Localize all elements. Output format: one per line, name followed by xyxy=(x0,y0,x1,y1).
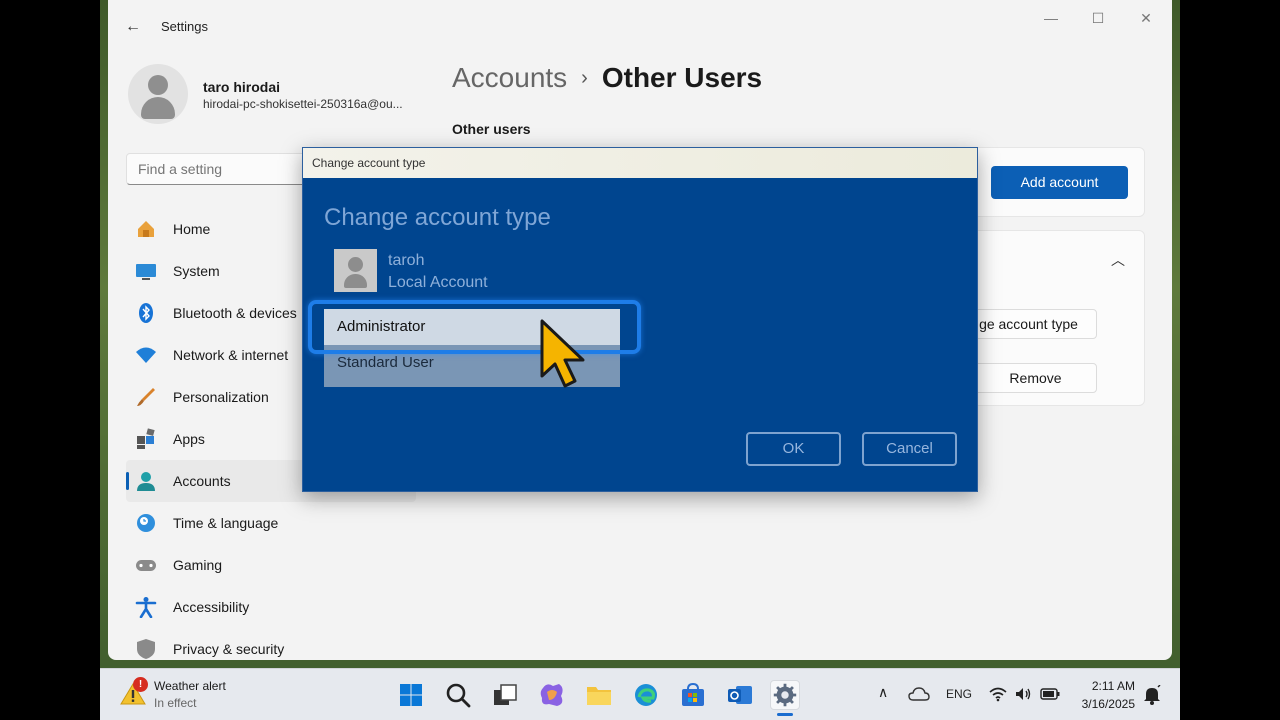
breadcrumb-parent[interactable]: Accounts xyxy=(452,62,567,93)
avatar-head xyxy=(148,75,168,95)
active-app-indicator xyxy=(777,713,793,716)
volume-icon[interactable] xyxy=(1014,686,1032,702)
minimize-icon[interactable]: — xyxy=(1036,8,1066,28)
shield-icon xyxy=(135,638,157,660)
sidebar-item-label: Apps xyxy=(173,431,205,447)
clock-date[interactable]: 3/16/2025 xyxy=(1070,697,1135,711)
cancel-button[interactable]: Cancel xyxy=(862,432,957,466)
accessibility-icon xyxy=(135,596,157,618)
sidebar-item-label: System xyxy=(173,263,220,279)
screen: ← Settings — ☐ ✕ taro hirodai hirodai-pc… xyxy=(0,0,1280,720)
notification-badge: ! xyxy=(133,677,148,692)
sidebar-item-label: Bluetooth & devices xyxy=(173,305,297,321)
sidebar-item-label: Accounts xyxy=(173,473,231,489)
clock-globe-icon xyxy=(135,512,157,534)
dialog-heading: Change account type xyxy=(324,204,551,231)
profile-email: hirodai-pc-shokisettei-250316a@ou... xyxy=(203,97,403,111)
copilot-icon[interactable] xyxy=(537,680,567,710)
mouse-pointer-icon xyxy=(540,319,585,388)
ok-button[interactable]: OK xyxy=(746,432,841,466)
dialog-title-bar: Change account type xyxy=(303,148,977,178)
remove-button[interactable]: Remove xyxy=(974,363,1097,393)
change-account-type-dialog: Change account type Change account type … xyxy=(302,147,978,492)
battery-icon[interactable] xyxy=(1040,688,1060,700)
avatar-head xyxy=(348,257,363,272)
sidebar-item-label: Gaming xyxy=(173,557,223,573)
apps-icon xyxy=(135,428,157,450)
avatar-body xyxy=(344,274,367,288)
weather-subtitle: In effect xyxy=(154,696,197,710)
edge-browser-icon[interactable] xyxy=(631,680,661,710)
settings-taskbar-button[interactable] xyxy=(770,680,800,710)
sidebar-item-privacy[interactable]: Privacy & security xyxy=(126,628,416,660)
gear-icon xyxy=(773,683,797,707)
avatar[interactable] xyxy=(128,64,188,124)
task-view-icon[interactable] xyxy=(490,680,520,710)
sidebar-item-gaming[interactable]: Gaming xyxy=(126,544,416,586)
sidebar-item-label: Network & internet xyxy=(173,347,289,363)
weather-title[interactable]: Weather alert xyxy=(154,679,226,693)
sidebar-item-label: Personalization xyxy=(173,389,269,405)
brush-icon xyxy=(135,386,157,408)
windows-start-icon[interactable] xyxy=(396,680,426,710)
breadcrumb: Accounts › Other Users xyxy=(452,62,762,94)
file-explorer-icon[interactable] xyxy=(584,680,614,710)
sidebar-item-accessibility[interactable]: Accessibility xyxy=(126,586,416,628)
active-indicator xyxy=(126,472,129,490)
bluetooth-icon xyxy=(135,302,157,324)
wifi-icon[interactable] xyxy=(989,686,1007,702)
back-arrow-icon[interactable]: ← xyxy=(122,16,144,38)
microsoft-store-icon[interactable] xyxy=(678,680,708,710)
home-icon xyxy=(135,218,157,240)
user-name: taroh xyxy=(388,252,425,269)
user-tile-avatar xyxy=(334,249,377,292)
avatar-body xyxy=(141,97,175,119)
maximize-icon[interactable]: ☐ xyxy=(1083,8,1113,28)
taskbar: ! Weather alert In effect ∧ ENG 2:11 AM … xyxy=(100,668,1180,720)
breadcrumb-separator: › xyxy=(581,67,588,89)
notification-bell-icon[interactable] xyxy=(1143,685,1161,705)
selection-highlight xyxy=(308,300,641,354)
change-account-type-button[interactable]: ge account type xyxy=(960,309,1097,339)
language-indicator[interactable]: ENG xyxy=(946,687,972,701)
profile-name: taro hirodai xyxy=(203,79,281,95)
chevron-up-icon[interactable]: ∧ xyxy=(878,684,888,701)
section-label: Other users xyxy=(452,121,531,137)
sidebar-item-label: Time & language xyxy=(173,515,279,531)
close-icon[interactable]: ✕ xyxy=(1131,8,1161,28)
sidebar-item-label: Home xyxy=(173,221,211,237)
dialog-title: Change account type xyxy=(312,156,426,170)
clock-time[interactable]: 2:11 AM xyxy=(1085,679,1135,693)
system-icon xyxy=(135,260,157,282)
sidebar-item-label: Privacy & security xyxy=(173,641,285,657)
title-bar: ← Settings — ☐ ✕ xyxy=(108,0,1172,52)
accounts-icon xyxy=(135,470,157,492)
chevron-up-icon[interactable]: ︿ xyxy=(1111,250,1125,270)
sidebar-item-time-language[interactable]: Time & language xyxy=(126,502,416,544)
search-icon[interactable] xyxy=(443,680,473,710)
gamepad-icon xyxy=(135,554,157,576)
outlook-icon[interactable] xyxy=(725,680,755,710)
add-account-button[interactable]: Add account xyxy=(991,166,1128,199)
sidebar-item-label: Accessibility xyxy=(173,599,250,615)
page-title: Other Users xyxy=(601,62,763,93)
onedrive-cloud-icon[interactable] xyxy=(908,686,930,702)
wifi-icon xyxy=(135,344,157,366)
window-title: Settings xyxy=(161,19,208,34)
user-account-type: Local Account xyxy=(388,274,488,291)
